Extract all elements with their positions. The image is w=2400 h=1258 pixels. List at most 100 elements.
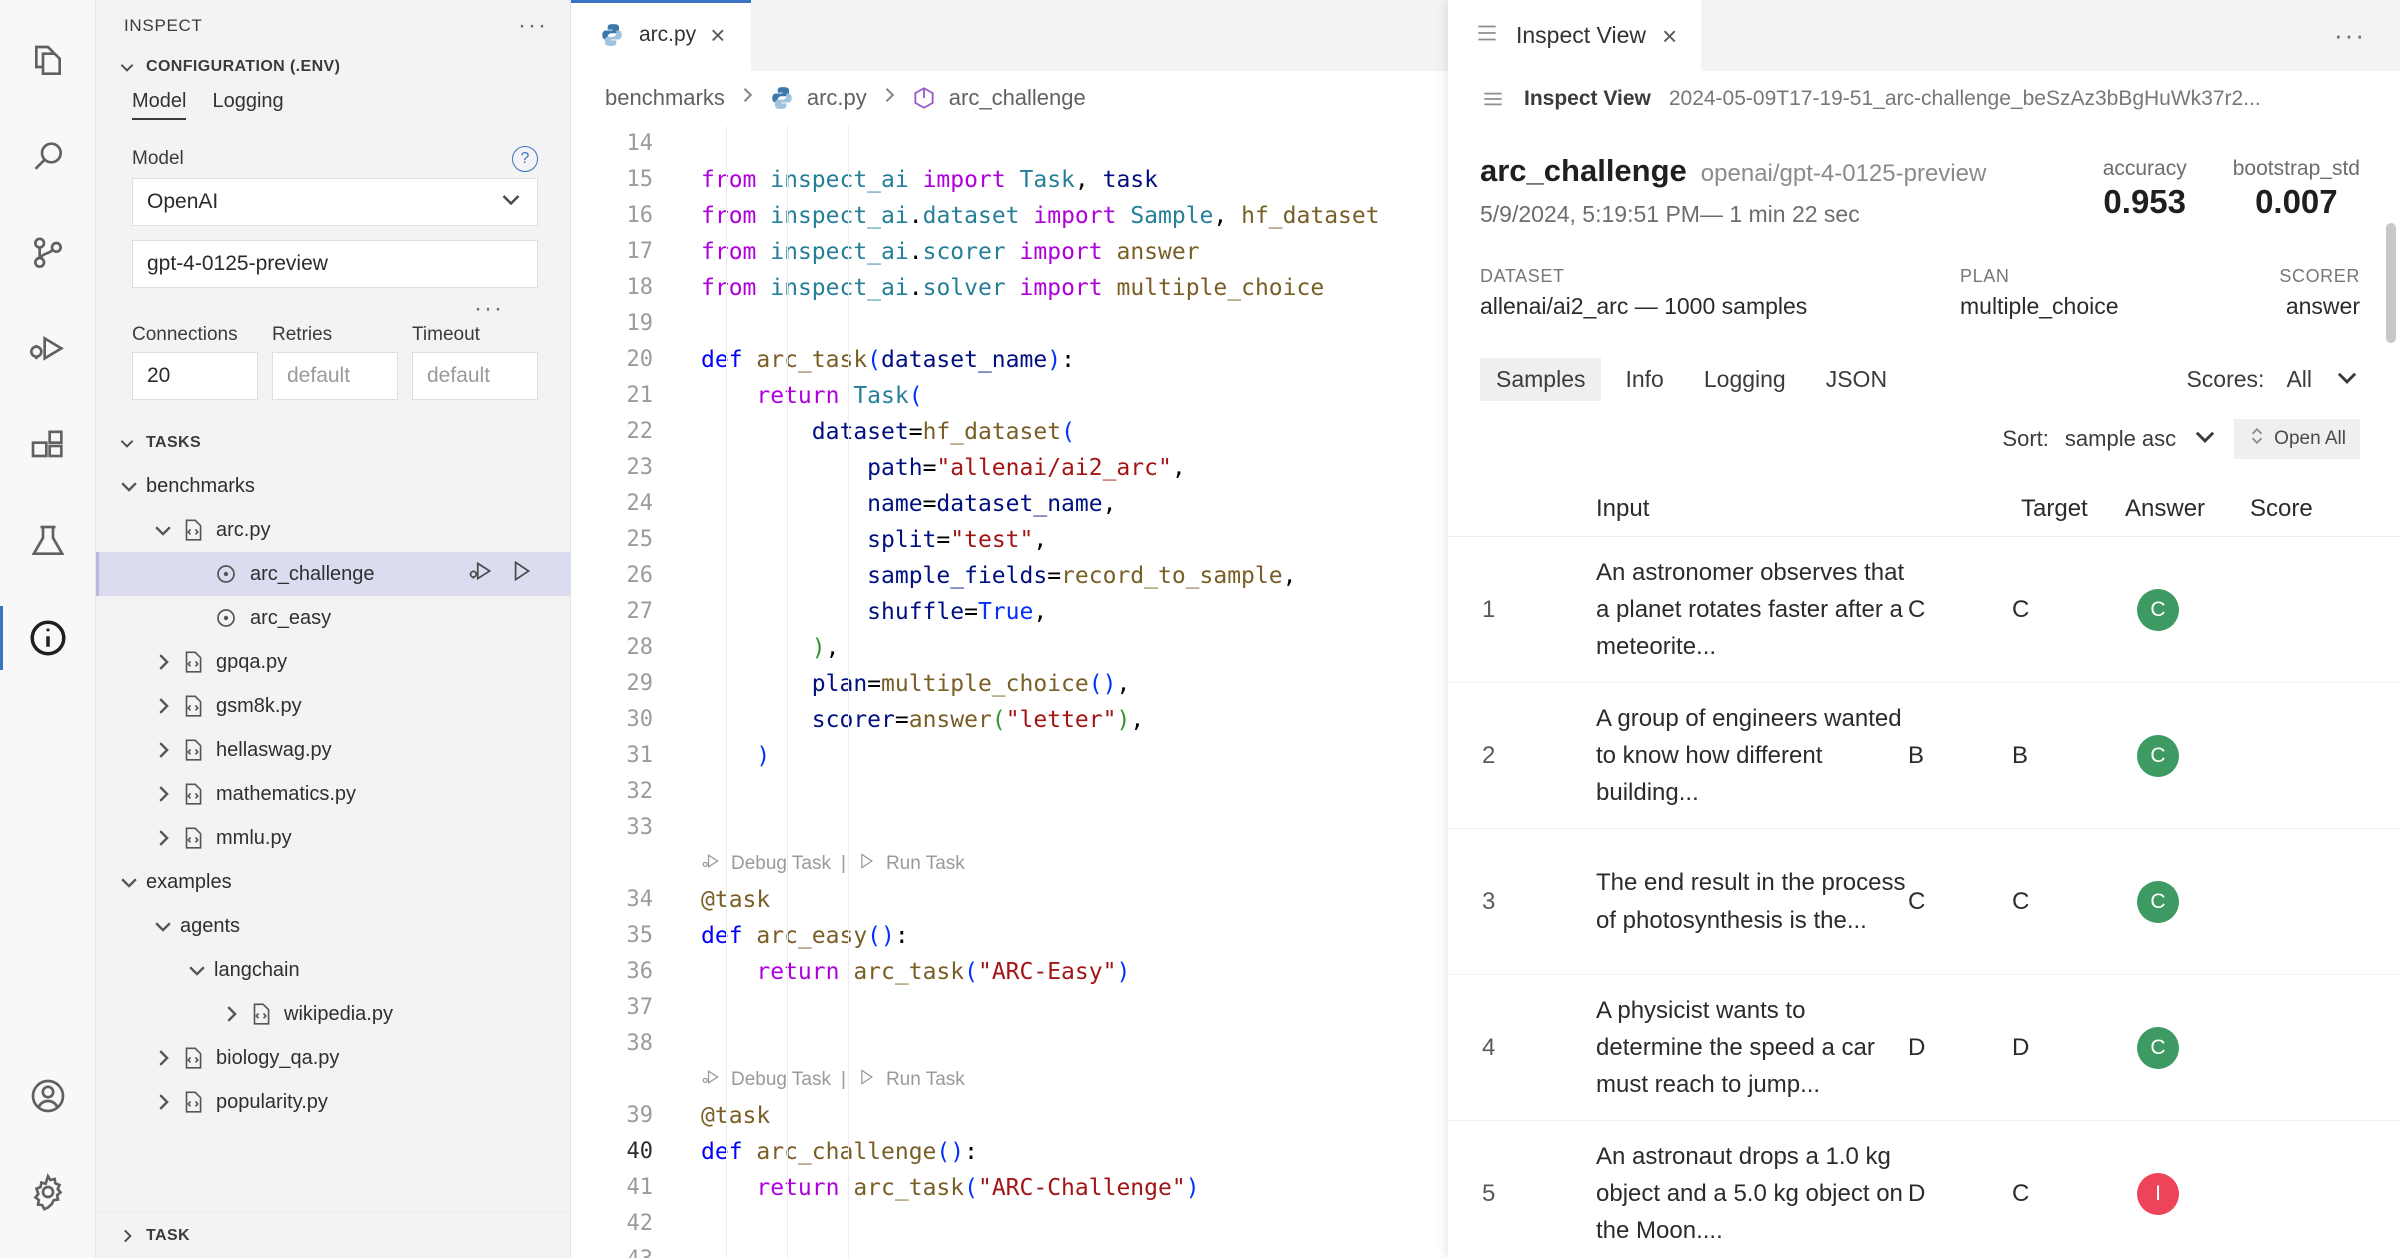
tree-item-langchain[interactable]: langchain	[96, 948, 570, 992]
model-name-input[interactable]: gpt-4-0125-preview	[132, 240, 538, 288]
debug-task-icon[interactable]	[701, 1067, 721, 1093]
table-row[interactable]: 5 An astronaut drops a 1.0 kg object and …	[1448, 1121, 2400, 1258]
row-score: C	[2137, 588, 2287, 631]
breadcrumb-item-arc-py[interactable]: arc.py	[807, 85, 867, 111]
table-row[interactable]: 3 The end result in the process of photos…	[1448, 829, 2400, 975]
tree-item-mmlu-py[interactable]: mmlu.py	[96, 816, 570, 860]
tab-samples[interactable]: Samples	[1480, 358, 1602, 401]
codelens-debug-task-link[interactable]: Debug Task	[731, 1069, 831, 1091]
row-score: C	[2137, 734, 2287, 777]
config-more-icon[interactable]: ···	[132, 297, 538, 321]
chevron-right-icon[interactable]	[152, 1091, 174, 1113]
tree-item-wikipedia-py[interactable]: wikipedia.py	[96, 992, 570, 1036]
testing-icon[interactable]	[0, 494, 96, 590]
codelens-run-task-link[interactable]: Run Task	[886, 1069, 965, 1091]
tree-item-gsm8k-py[interactable]: gsm8k.py	[96, 684, 570, 728]
run-timestamp: 5/9/2024, 5:19:51 PM— 1 min 22 sec	[1480, 201, 1860, 227]
tab-logging[interactable]: Logging	[212, 90, 283, 120]
scrollbar[interactable]	[2386, 223, 2396, 343]
tree-item-examples[interactable]: examples	[96, 860, 570, 904]
sort-value[interactable]: sample asc	[2065, 426, 2176, 452]
codelens-run-task-link[interactable]: Run Task	[886, 853, 965, 875]
line-content: return Task(	[756, 382, 923, 409]
close-icon[interactable]: ×	[710, 22, 725, 48]
search-icon[interactable]	[0, 110, 96, 206]
chevron-right-icon[interactable]	[152, 827, 174, 849]
tree-item-gpqa-py[interactable]: gpqa.py	[96, 640, 570, 684]
table-row[interactable]: 4 A physicist wants to determine the spee…	[1448, 975, 2400, 1121]
tree-item-mathematics-py[interactable]: mathematics.py	[96, 772, 570, 816]
tab-logging[interactable]: Logging	[1688, 358, 1802, 401]
tree-item-popularity-py[interactable]: popularity.py	[96, 1080, 570, 1124]
chevron-right-icon[interactable]	[220, 1003, 242, 1025]
chevron-right-icon[interactable]	[152, 739, 174, 761]
tree-item-arc-easy[interactable]: arc_easy	[96, 596, 570, 640]
chevron-right-icon[interactable]	[152, 783, 174, 805]
settings-gear-icon[interactable]	[0, 1144, 96, 1240]
inspect-info-icon[interactable]	[0, 590, 96, 686]
debug-task-icon[interactable]	[701, 851, 721, 877]
chevron-down-icon[interactable]	[186, 959, 208, 981]
chevron-down-icon[interactable]	[118, 871, 140, 893]
breadcrumb-item-arc-challenge[interactable]: arc_challenge	[949, 85, 1086, 111]
connections-input[interactable]: 20	[132, 352, 258, 400]
table-row[interactable]: 2 A group of engineers wanted to know how…	[1448, 683, 2400, 829]
help-icon[interactable]: ?	[512, 146, 538, 172]
chevron-down-icon[interactable]	[152, 519, 174, 541]
chevron-right-icon[interactable]	[152, 1047, 174, 1069]
configuration-section-header[interactable]: CONFIGURATION (.ENV)	[96, 52, 570, 82]
tree-item-label: biology_qa.py	[216, 1046, 340, 1069]
sidebar-more-actions-icon[interactable]: ···	[518, 14, 548, 38]
meta-scorer-key: SCORER	[2279, 266, 2360, 286]
line-number: 15	[626, 167, 654, 193]
row-answer: C	[2012, 1179, 2030, 1207]
run-header: arc_challenge openai/gpt-4-0125-preview …	[1448, 127, 2400, 320]
table-row[interactable]: 1 An astronomer observes that a planet ro…	[1448, 537, 2400, 683]
scores-filter[interactable]: Scores: All	[2186, 364, 2360, 396]
tree-item-biology-qa-py[interactable]: biology_qa.py	[96, 1036, 570, 1080]
tree-item-hellaswag-py[interactable]: hellaswag.py	[96, 728, 570, 772]
account-icon[interactable]	[0, 1048, 96, 1144]
tab-model[interactable]: Model	[132, 90, 187, 120]
timeout-input[interactable]: default	[412, 352, 538, 400]
chevron-right-icon[interactable]	[152, 651, 174, 673]
extensions-icon[interactable]	[0, 398, 96, 494]
open-all-button[interactable]: Open All	[2234, 419, 2360, 459]
run-task-icon[interactable]	[856, 851, 876, 877]
inspect-view-tab[interactable]: Inspect View ×	[1448, 0, 1702, 72]
line-number: 16	[626, 203, 654, 229]
editor-tab-arc-py[interactable]: arc.py ×	[571, 0, 752, 71]
inspect-view-more-actions-icon[interactable]: ···	[2334, 0, 2400, 71]
tree-item-arc-challenge[interactable]: arc_challenge	[96, 552, 570, 596]
run-and-debug-icon[interactable]	[0, 302, 96, 398]
meta-scorer-value: answer	[2285, 293, 2360, 319]
explorer-icon[interactable]	[0, 14, 96, 110]
chevron-right-icon[interactable]	[152, 695, 174, 717]
retries-input[interactable]: default	[272, 352, 398, 400]
source-control-icon[interactable]	[0, 206, 96, 302]
samples-table: Input Target Answer Score 1 An astronomer…	[1448, 481, 2400, 1258]
inspect-view-log-filename[interactable]: 2024-05-09T17-19-51_arc-challenge_beSzAz…	[1669, 87, 2261, 111]
run-task-icon[interactable]	[508, 558, 534, 590]
line-content: name=dataset_name,	[867, 490, 1117, 517]
tree-item-benchmarks[interactable]: benchmarks	[96, 464, 570, 508]
tree-item-agents[interactable]: agents	[96, 904, 570, 948]
close-icon[interactable]: ×	[1662, 23, 1677, 49]
chevron-down-icon[interactable]	[152, 915, 174, 937]
breadcrumb-item-benchmarks[interactable]: benchmarks	[605, 85, 725, 111]
timeout-value: default	[427, 364, 491, 387]
tab-info[interactable]: Info	[1609, 358, 1679, 401]
line-number: 20	[626, 347, 654, 373]
inspect-view-subheader-label: Inspect View	[1524, 87, 1651, 111]
run-task-icon[interactable]	[856, 1067, 876, 1093]
chevron-down-icon[interactable]	[118, 475, 140, 497]
row-index: 1	[1482, 595, 1496, 623]
tasks-section-header[interactable]: TASKS	[96, 428, 570, 458]
codelens-debug-task-link[interactable]: Debug Task	[731, 853, 831, 875]
debug-task-icon[interactable]	[468, 558, 494, 590]
task-panel-header[interactable]: TASK	[96, 1212, 570, 1258]
model-provider-select[interactable]: OpenAI	[132, 178, 538, 226]
symbol-method-icon	[911, 85, 937, 111]
tree-item-arc-py[interactable]: arc.py	[96, 508, 570, 552]
tab-json[interactable]: JSON	[1810, 358, 1903, 401]
